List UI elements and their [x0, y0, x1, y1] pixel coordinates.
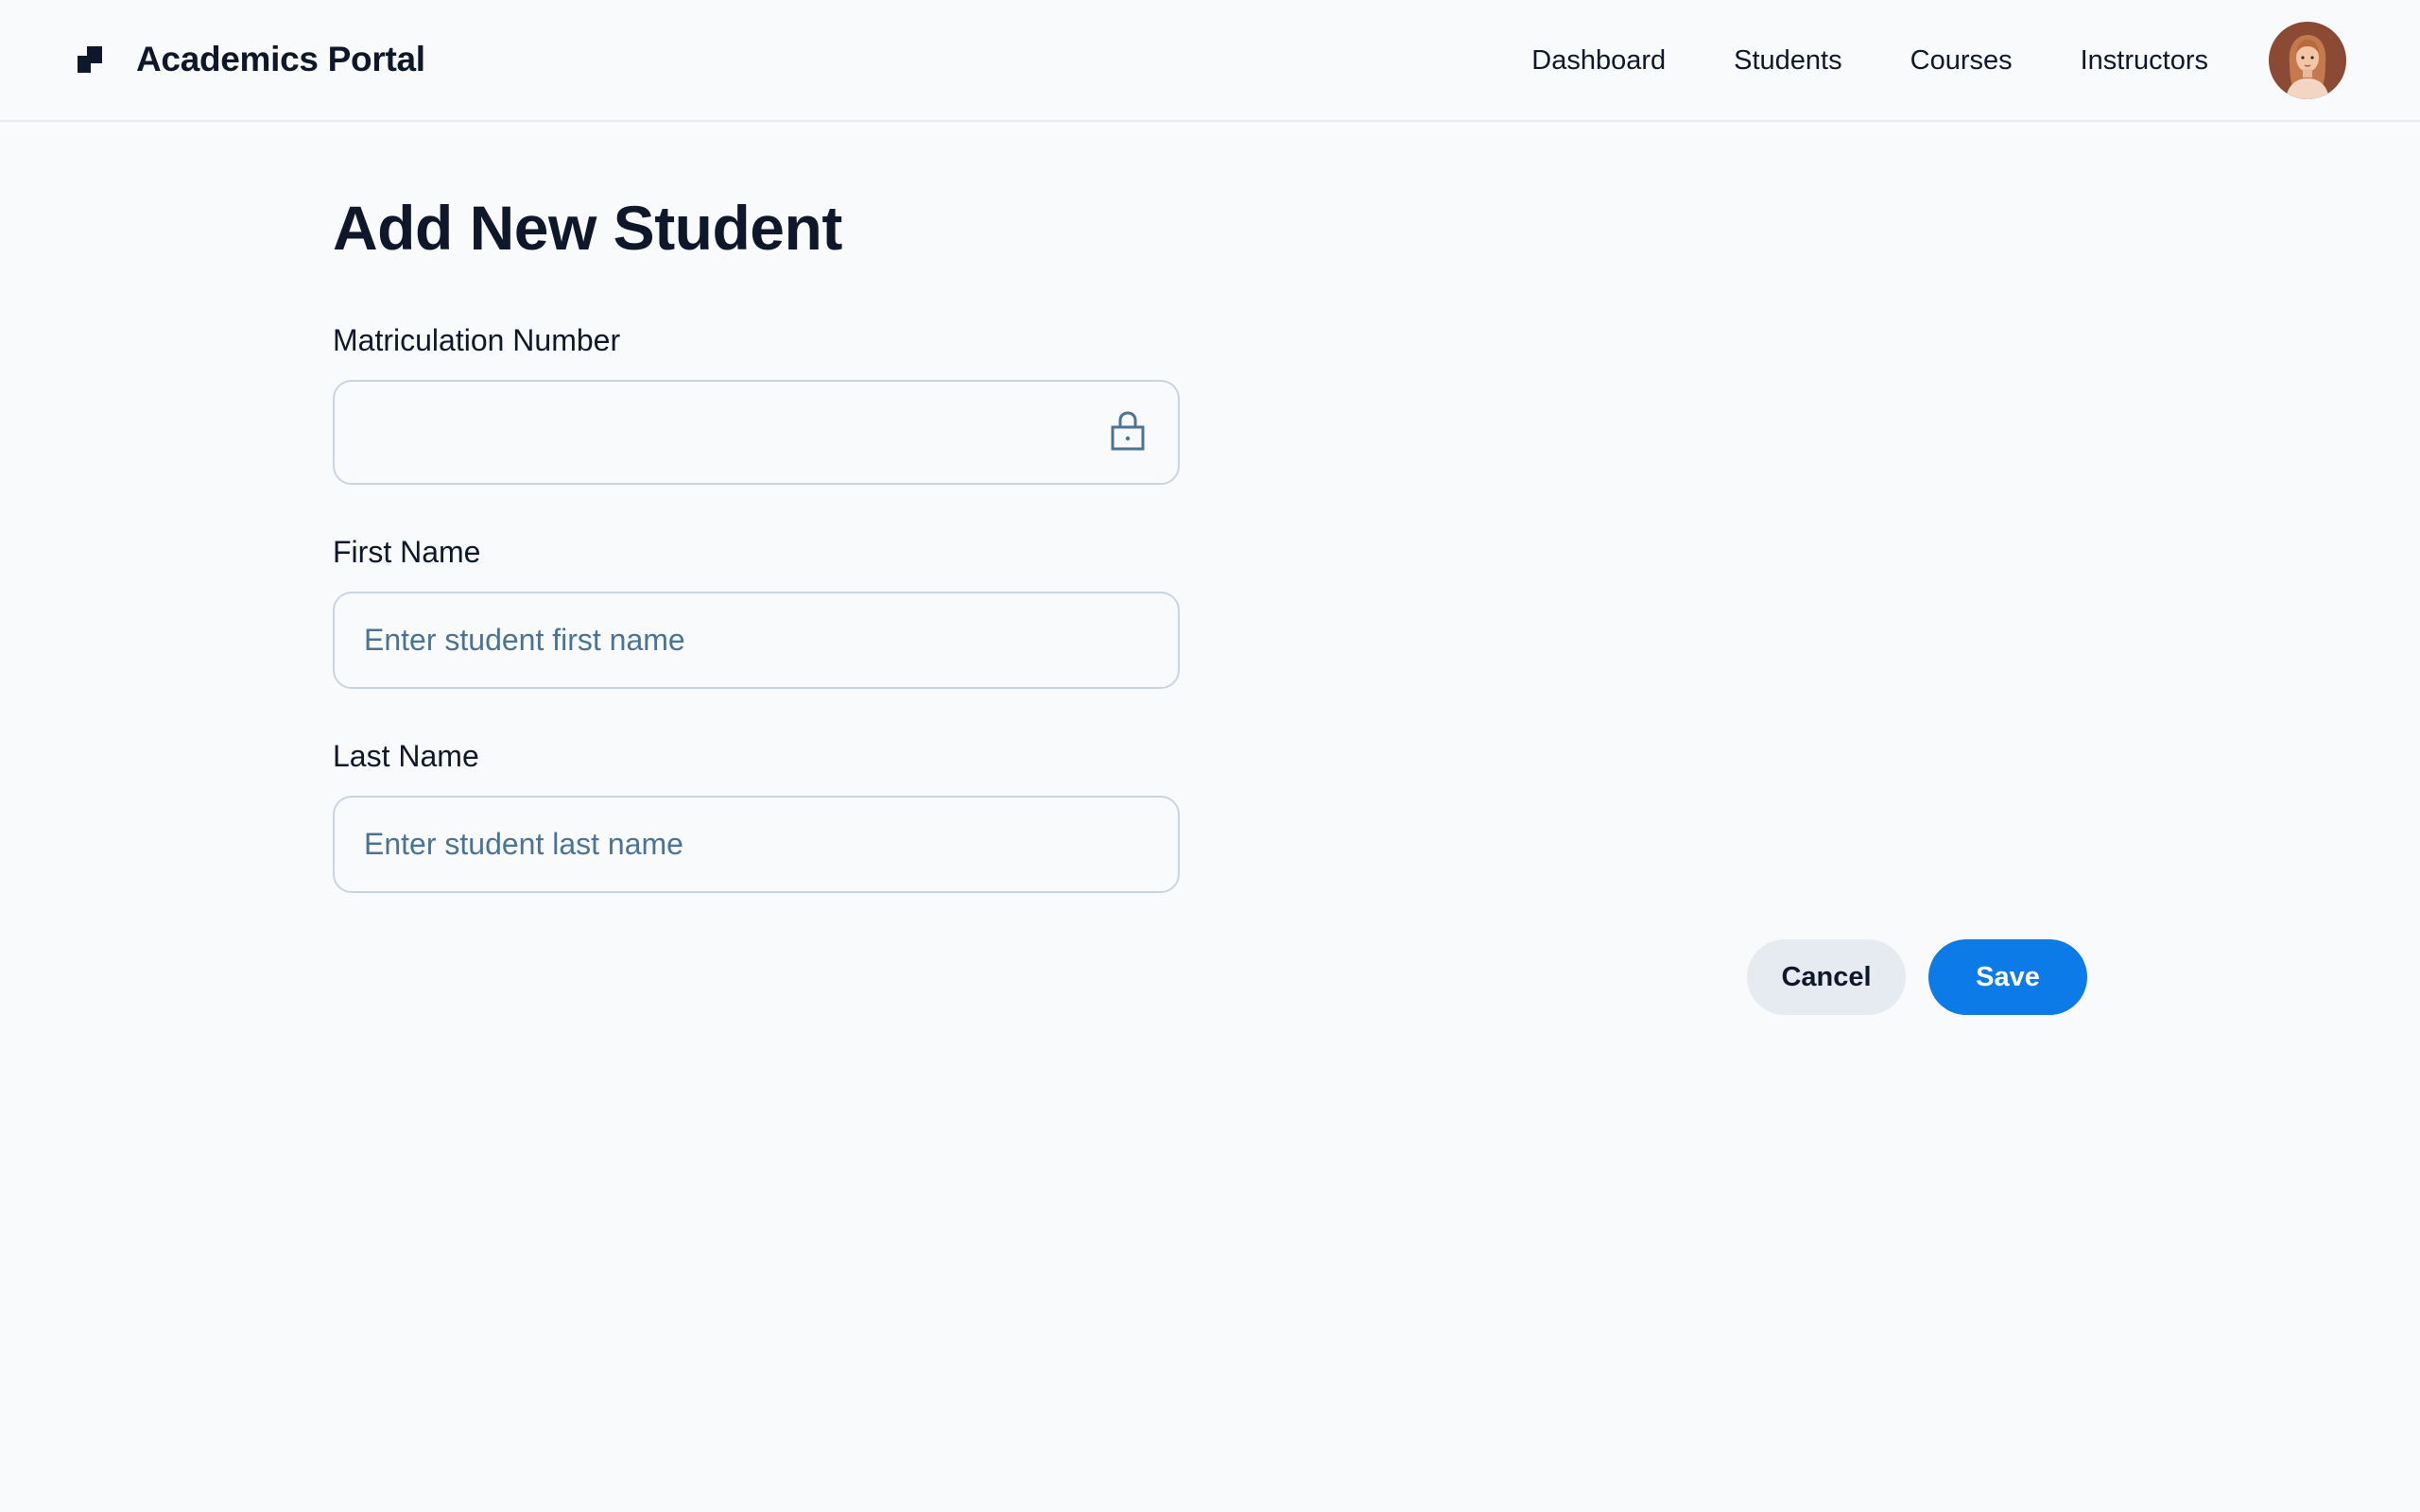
- app-title: Academics Portal: [136, 40, 425, 78]
- matriculation-input[interactable]: [335, 382, 1178, 483]
- nav-item-dashboard[interactable]: Dashboard: [1531, 45, 1666, 77]
- matriculation-field: [333, 380, 1180, 485]
- matriculation-label: Matriculation Number: [333, 323, 621, 357]
- avatar-portrait-icon: [2269, 22, 2346, 99]
- cancel-button[interactable]: Cancel: [1747, 939, 1906, 1015]
- first-name-input[interactable]: [335, 593, 1178, 687]
- logo-icon: [78, 46, 104, 73]
- nav-item-instructors[interactable]: Instructors: [2081, 45, 2208, 77]
- page-title: Add New Student: [333, 193, 842, 263]
- save-button[interactable]: Save: [1928, 939, 2087, 1015]
- nav-item-students[interactable]: Students: [1734, 45, 1841, 77]
- user-avatar[interactable]: [2269, 22, 2346, 99]
- first-name-label: First Name: [333, 535, 481, 569]
- nav-item-courses[interactable]: Courses: [1910, 45, 2013, 77]
- main-nav: Dashboard Students Courses Instructors: [1531, 0, 2420, 121]
- last-name-input[interactable]: [335, 798, 1178, 891]
- last-name-label: Last Name: [333, 739, 479, 773]
- first-name-field: [333, 592, 1180, 689]
- last-name-field: [333, 796, 1180, 893]
- top-navbar: Academics Portal Dashboard Students Cour…: [0, 0, 2420, 122]
- lock-icon: [1111, 411, 1145, 451]
- brand[interactable]: Academics Portal: [78, 32, 425, 87]
